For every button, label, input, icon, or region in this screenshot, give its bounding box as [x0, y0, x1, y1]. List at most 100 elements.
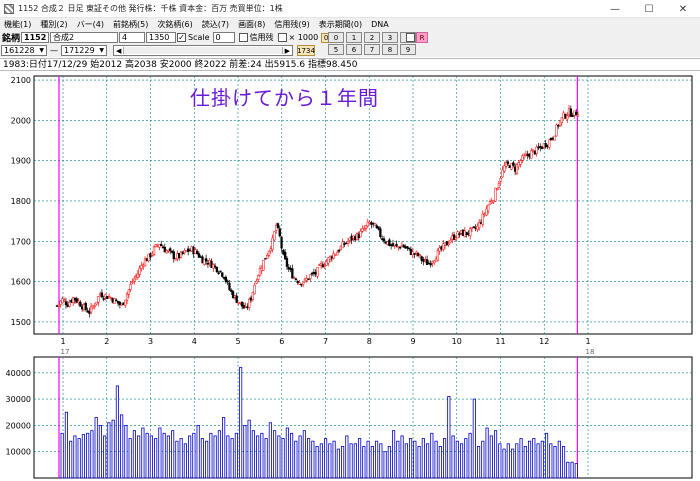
volume-bar — [217, 430, 221, 479]
num-button-5[interactable]: 5 — [328, 44, 344, 55]
menu-screen[interactable]: 画面(8) — [238, 19, 265, 30]
volume-bar — [281, 438, 285, 479]
candle-body — [526, 153, 529, 156]
scroll-left-icon[interactable]: ◀ — [114, 47, 123, 55]
volume-bar — [362, 446, 366, 479]
num-button-6[interactable]: 6 — [346, 44, 362, 55]
menu-function[interactable]: 機能(1) — [4, 19, 31, 30]
r-button[interactable]: R — [416, 32, 428, 43]
candle-body — [542, 143, 546, 148]
month-tick-label: 9 — [410, 337, 415, 346]
candle-body — [305, 278, 308, 281]
x1000-checkbox[interactable] — [277, 33, 287, 42]
volume-bar — [124, 424, 128, 479]
name-field[interactable]: 合成2 — [50, 32, 119, 43]
volume-bar — [540, 440, 544, 479]
field-b[interactable]: 1350 — [146, 32, 177, 43]
margin-checkbox[interactable] — [238, 33, 248, 42]
menu-type[interactable]: 種別(2) — [40, 19, 67, 30]
candle-body — [390, 244, 393, 246]
candle-body — [404, 246, 407, 249]
menu-period[interactable]: 表示期間(0) — [319, 19, 362, 30]
candle-body — [422, 258, 425, 262]
volume-bar — [506, 443, 510, 479]
candle-body — [497, 182, 501, 188]
start-date-select[interactable]: 161228 ▼ — [1, 45, 47, 56]
candle-body — [407, 247, 411, 250]
chart-svg[interactable]: 1500 1600 1700 1800 1900 2000 2100 10000 20000 30… — [0, 72, 700, 481]
num-button-9[interactable]: 9 — [400, 44, 416, 55]
candle-body — [163, 246, 166, 253]
candle-body — [472, 226, 475, 228]
x1000-checkbox-wrap[interactable]: × 1000 — [277, 33, 318, 42]
candle-body — [548, 139, 551, 148]
volume-bar — [94, 417, 98, 479]
volume-bar — [527, 440, 532, 479]
candle-body — [398, 246, 402, 249]
volume-bar — [421, 438, 425, 479]
candle-body — [343, 243, 346, 245]
menu-bar-type[interactable]: バー(4) — [77, 19, 104, 30]
candle-body — [436, 250, 440, 262]
candle-body — [429, 263, 432, 266]
volume-bar — [132, 430, 136, 479]
num-button-3[interactable]: 3 — [382, 32, 398, 43]
end-date-select[interactable]: 171229 ▼ — [61, 45, 107, 56]
candle-body — [81, 306, 84, 310]
margin-label: 信用残 — [249, 33, 274, 42]
candle-body — [539, 146, 542, 148]
scroll-track[interactable] — [123, 47, 283, 54]
scale-checkbox-wrap[interactable]: ✓ Scale — [177, 33, 210, 42]
candle-body — [576, 114, 580, 117]
menu-margin[interactable]: 信用残(9) — [274, 19, 309, 30]
field-a[interactable]: 4 — [119, 32, 146, 43]
candle-body — [310, 272, 314, 275]
candle-body — [551, 138, 554, 140]
candle-body — [418, 254, 422, 256]
chart-area[interactable]: 1500 1600 1700 1800 1900 2000 2100 10000 20000 30… — [0, 72, 700, 481]
candle-body — [143, 258, 147, 267]
candle-body — [481, 213, 484, 225]
candle-body — [251, 291, 254, 300]
candle-body — [544, 143, 547, 148]
candle-body — [224, 276, 228, 282]
candle-body — [504, 162, 508, 167]
minimize-button[interactable]: — — [598, 0, 632, 18]
scroll-right-icon[interactable]: ▶ — [283, 47, 292, 55]
period-scrollbar[interactable]: ◀ ▶ — [113, 45, 293, 56]
volume-bar — [447, 396, 451, 479]
num-button-7[interactable]: 7 — [364, 44, 380, 55]
volume-bar — [370, 446, 374, 479]
num-button-0[interactable]: 0 — [328, 32, 344, 43]
volume-bar — [566, 461, 570, 479]
volume-bar — [264, 438, 268, 479]
menu-prev-stock[interactable]: 前銘柄(5) — [113, 19, 148, 30]
maximize-button[interactable]: ☐ — [632, 0, 666, 18]
code-input[interactable]: 1152 — [21, 32, 50, 43]
candle-body — [368, 222, 371, 224]
num-button-1[interactable]: 1 — [346, 32, 362, 43]
candle-body — [440, 246, 443, 250]
volume-bar — [345, 435, 349, 479]
menu-next-stock[interactable]: 次銘柄(6) — [157, 19, 192, 30]
r-checkbox[interactable] — [406, 33, 415, 42]
volume-bar — [268, 422, 272, 479]
candle-body — [273, 231, 276, 241]
candle-body — [127, 289, 131, 295]
candle-body — [285, 257, 289, 267]
scale-input[interactable]: 0 — [212, 32, 235, 43]
menu-load[interactable]: 読込(7) — [202, 19, 229, 30]
menu-dna[interactable]: DNA — [371, 20, 389, 29]
margin-checkbox-wrap[interactable]: 信用残 — [238, 32, 274, 43]
candle-body — [73, 297, 77, 301]
candle-body — [537, 146, 540, 149]
num-button-2[interactable]: 2 — [364, 32, 380, 43]
candle-body — [174, 258, 177, 261]
candle-body — [330, 256, 334, 259]
candle-body — [194, 249, 197, 254]
candle-body — [564, 113, 567, 119]
close-button[interactable]: ✕ — [666, 0, 700, 18]
volume-bar — [392, 430, 396, 479]
num-button-8[interactable]: 8 — [382, 44, 398, 55]
scale-checkbox[interactable]: ✓ — [177, 33, 187, 42]
